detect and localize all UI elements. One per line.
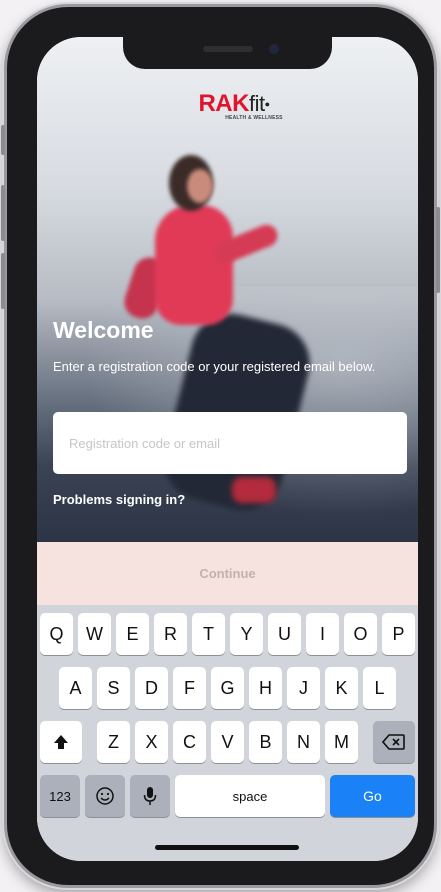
key-l[interactable]: L [363,667,396,709]
welcome-title: Welcome [53,317,154,343]
key-i[interactable]: I [306,613,339,655]
key-w[interactable]: W [78,613,111,655]
key-s[interactable]: S [97,667,130,709]
key-a[interactable]: A [59,667,92,709]
key-y[interactable]: Y [230,613,263,655]
screen: RAKfit● HEALTH & WELLNESS Welcome Enter … [37,37,418,861]
mute-switch [1,125,5,155]
key-d[interactable]: D [135,667,168,709]
emoji-key[interactable] [85,775,125,817]
numbers-key[interactable]: 123 [40,775,80,817]
welcome-instructions: Enter a registration code or your regist… [53,359,376,374]
shift-arrow-icon [54,735,68,749]
key-x[interactable]: X [135,721,168,763]
key-o[interactable]: O [344,613,377,655]
speaker-grille [203,46,253,52]
backspace-key[interactable] [373,721,415,763]
power-button [436,207,440,293]
key-k[interactable]: K [325,667,358,709]
key-h[interactable]: H [249,667,282,709]
microphone-icon [143,787,157,805]
keyboard-row-4: 123 space Go [37,775,418,819]
keyboard-row-3: Z X C V B N M [37,721,418,765]
volume-up-button [1,185,5,241]
dictation-key[interactable] [130,775,170,817]
emoji-icon [96,787,114,805]
notch [123,37,332,69]
key-t[interactable]: T [192,613,225,655]
problems-signing-in-link[interactable]: Problems signing in? [53,492,185,507]
key-q[interactable]: Q [40,613,73,655]
rakfit-logo: RAKfit● HEALTH & WELLNESS [198,90,283,122]
key-v[interactable]: V [211,721,244,763]
key-c[interactable]: C [173,721,206,763]
shift-key[interactable] [40,721,82,763]
space-key[interactable]: space [175,775,325,817]
key-f[interactable]: F [173,667,206,709]
key-b[interactable]: B [249,721,282,763]
keyboard-row-2: A S D F G H J K L [37,667,418,711]
key-z[interactable]: Z [97,721,130,763]
key-p[interactable]: P [382,613,415,655]
key-u[interactable]: U [268,613,301,655]
key-e[interactable]: E [116,613,149,655]
key-j[interactable]: J [287,667,320,709]
backspace-icon [382,734,405,750]
front-camera [269,44,279,54]
phone-frame: RAKfit● HEALTH & WELLNESS Welcome Enter … [1,4,440,888]
key-r[interactable]: R [154,613,187,655]
registration-code-input[interactable] [53,412,407,474]
ios-keyboard: Q W E R T Y U I O P A S D F G H J K L Z … [37,605,418,861]
go-key[interactable]: Go [330,775,415,817]
volume-down-button [1,253,5,309]
continue-button[interactable]: Continue [37,542,418,605]
key-g[interactable]: G [211,667,244,709]
home-indicator[interactable] [155,845,299,850]
key-n[interactable]: N [287,721,320,763]
keyboard-row-1: Q W E R T Y U I O P [37,613,418,657]
key-m[interactable]: M [325,721,358,763]
